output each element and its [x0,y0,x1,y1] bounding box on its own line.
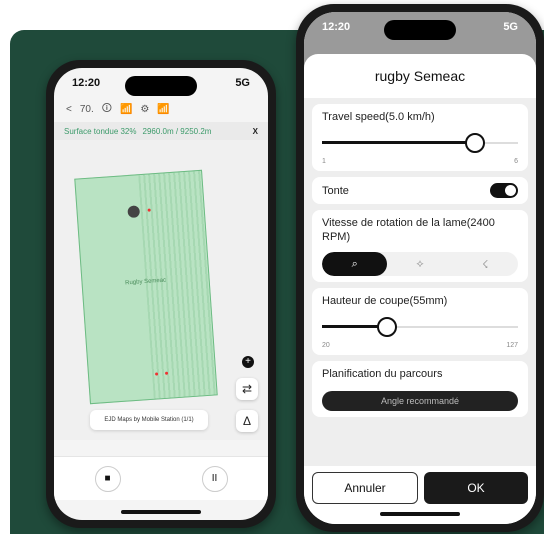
sheet-title: rugby Semeac [304,54,536,98]
stop-button[interactable]: ■ [94,465,121,492]
slider-range: 20 127 [322,342,518,349]
slider-knob[interactable] [376,317,397,337]
status-signal: 5G [235,77,250,89]
range-max: 6 [514,158,518,165]
cut-height-card: Hauteur de coupe(55mm) 20 127 [312,288,528,355]
wifi-icon: 📶 [157,103,170,115]
recommended-angle-button[interactable]: Angle recommandé [322,391,518,411]
home-indicator[interactable] [121,510,201,514]
right-phone: 12:20 5G rugby Semeac Travel speed(5.0 k… [296,4,544,532]
signal-icon: 📶 [119,103,133,115]
field-polygon[interactable]: Rugby Semeac [74,169,218,405]
blade-speed-low-icon[interactable]: ⌕ [322,252,388,276]
adjust-button[interactable]: ⇄ [236,378,258,400]
slider-knob[interactable] [464,133,485,153]
route-planning-card: Planification du parcours Angle recomman… [312,361,528,417]
map-source-label[interactable]: EJD Maps by Mobile Station (1/1) [90,410,208,430]
dimmed-header: 12:20 5G rugby Semeac [304,12,536,98]
blade-speed-mid-icon[interactable]: ⟡ [387,252,452,276]
left-phone: 12:20 5G < 70. 🛈 📶 ⚙ 📶 Surface tondue 32… [46,60,276,528]
pause-button[interactable]: II [201,465,228,492]
travel-speed-slider[interactable] [322,130,518,156]
range-min: 1 [322,158,326,165]
slider-range: 1 6 [322,158,518,165]
mowing-toggle[interactable] [490,183,518,198]
cancel-button[interactable]: Annuler [312,472,418,504]
slider-fill [322,141,475,144]
blade-speed-selector: ⌕ ⟡ ☇ [322,252,518,276]
range-max: 127 [506,342,518,349]
travel-speed-label: Travel speed(5.0 km/h) [322,111,435,123]
range-min: 20 [322,342,330,349]
route-planning-label: Planification du parcours [322,368,443,380]
right-phone-screen: 12:20 5G rugby Semeac Travel speed(5.0 k… [304,12,536,524]
plus-icon[interactable]: + [242,356,254,368]
dynamic-island [384,20,456,40]
map-view[interactable]: Rugby Semeac + ⇄ Δ EJD Maps by Mobile St… [54,140,268,440]
blade-speed-label: Vitesse de rotation de la lame(2400 RPM) [322,217,495,243]
close-icon[interactable]: X [253,127,258,136]
bottom-controls: ■ II [54,456,268,500]
status-time: 12:20 [72,77,101,89]
surface-mowed: Surface tondue 32% [64,126,137,136]
left-phone-screen: 12:20 5G < 70. 🛈 📶 ⚙ 📶 Surface tondue 32… [54,68,268,520]
back-icon[interactable]: < [66,104,72,115]
area-mowed: 2960.0m / 9250.2m [142,126,212,136]
status-time: 12:20 [322,21,351,33]
cut-height-slider[interactable] [322,314,518,340]
blade-speed-card: Vitesse de rotation de la lame(2400 RPM)… [312,210,528,282]
home-indicator[interactable] [380,512,460,516]
dynamic-island [125,76,197,96]
top-toolbar: < 70. 🛈 📶 ⚙ 📶 [54,98,268,120]
mowing-toggle-card: Tonte [312,177,528,204]
ok-button[interactable]: OK [424,472,528,504]
settings-icon: ⚙ [140,103,150,115]
mowing-info-strip: Surface tondue 32% 2960.0m / 9250.2m X [54,122,268,140]
mower-icon [127,205,141,219]
navigate-button[interactable]: Δ [236,410,258,432]
mowed-stripes [138,170,217,399]
cut-height-label: Hauteur de coupe(55mm) [322,295,448,307]
battery-level: 70. [79,103,94,115]
status-signal: 5G [503,21,518,33]
settings-list[interactable]: Travel speed(5.0 km/h) 1 6 Tonte Vitesse… [312,104,528,476]
info-icon: 🛈 [101,102,112,114]
travel-speed-card: Travel speed(5.0 km/h) 1 6 [312,104,528,171]
blade-speed-high-icon[interactable]: ☇ [453,252,518,276]
mowing-label: Tonte [322,184,349,197]
